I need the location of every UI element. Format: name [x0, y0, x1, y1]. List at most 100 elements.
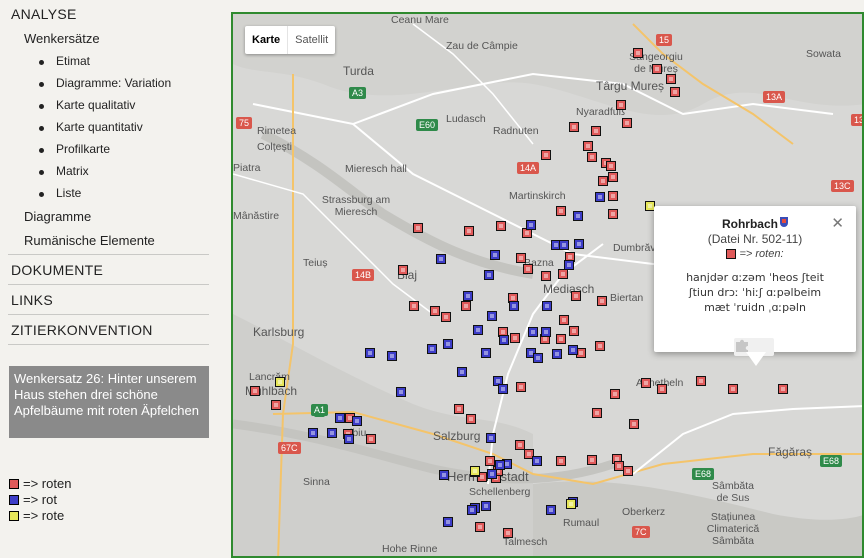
- red-marker[interactable]: [606, 161, 616, 171]
- red-marker[interactable]: [569, 122, 579, 132]
- red-marker[interactable]: [466, 414, 476, 424]
- red-marker[interactable]: [523, 264, 533, 274]
- red-marker[interactable]: [629, 419, 639, 429]
- blue-marker[interactable]: [396, 387, 406, 397]
- red-marker[interactable]: [666, 74, 676, 84]
- red-marker[interactable]: [728, 384, 738, 394]
- red-marker[interactable]: [571, 291, 581, 301]
- nav-item-profilkarte[interactable]: Profilkarte: [38, 142, 110, 156]
- nav-dokumente[interactable]: DOKUMENTE: [11, 262, 103, 278]
- blue-marker[interactable]: [443, 517, 453, 527]
- nav-item-karte-quantitativ[interactable]: Karte quantitativ: [39, 120, 143, 134]
- blue-marker[interactable]: [457, 367, 467, 377]
- red-marker[interactable]: [398, 265, 408, 275]
- red-marker[interactable]: [510, 333, 520, 343]
- red-marker[interactable]: [409, 301, 419, 311]
- blue-marker[interactable]: [436, 254, 446, 264]
- red-marker[interactable]: [583, 141, 593, 151]
- blue-marker[interactable]: [546, 505, 556, 515]
- blue-marker[interactable]: [481, 501, 491, 511]
- yellow-marker[interactable]: [566, 499, 576, 509]
- red-marker[interactable]: [696, 376, 706, 386]
- blue-marker[interactable]: [487, 469, 497, 479]
- blue-marker[interactable]: [487, 311, 497, 321]
- red-marker[interactable]: [454, 404, 464, 414]
- red-marker[interactable]: [591, 126, 601, 136]
- map-type-karte-button[interactable]: Karte: [245, 26, 287, 54]
- blue-marker[interactable]: [335, 413, 345, 423]
- red-marker[interactable]: [556, 206, 566, 216]
- blue-marker[interactable]: [490, 250, 500, 260]
- red-marker[interactable]: [608, 209, 618, 219]
- red-marker[interactable]: [569, 326, 579, 336]
- red-marker[interactable]: [271, 400, 281, 410]
- puzzle-icon[interactable]: [734, 338, 774, 356]
- nav-diagramme[interactable]: Diagramme: [24, 209, 91, 224]
- close-icon[interactable]: ✕: [831, 214, 844, 232]
- red-marker[interactable]: [556, 334, 566, 344]
- red-marker[interactable]: [616, 100, 626, 110]
- red-marker[interactable]: [516, 382, 526, 392]
- blue-marker[interactable]: [574, 239, 584, 249]
- red-marker[interactable]: [623, 466, 633, 476]
- red-marker[interactable]: [250, 386, 260, 396]
- red-marker[interactable]: [475, 522, 485, 532]
- yellow-marker[interactable]: [275, 377, 285, 387]
- red-marker[interactable]: [610, 389, 620, 399]
- blue-marker[interactable]: [564, 260, 574, 270]
- red-marker[interactable]: [503, 528, 513, 538]
- blue-marker[interactable]: [484, 270, 494, 280]
- red-marker[interactable]: [559, 315, 569, 325]
- red-marker[interactable]: [622, 118, 632, 128]
- blue-marker[interactable]: [486, 433, 496, 443]
- nav-item-matrix[interactable]: Matrix: [39, 164, 89, 178]
- blue-marker[interactable]: [387, 351, 397, 361]
- blue-marker[interactable]: [481, 348, 491, 358]
- nav-item-etimat[interactable]: Etimat: [38, 54, 90, 68]
- red-marker[interactable]: [597, 296, 607, 306]
- blue-marker[interactable]: [573, 211, 583, 221]
- red-marker[interactable]: [541, 271, 551, 281]
- red-marker[interactable]: [608, 172, 618, 182]
- blue-marker[interactable]: [327, 428, 337, 438]
- blue-marker[interactable]: [542, 301, 552, 311]
- red-marker[interactable]: [641, 378, 651, 388]
- blue-marker[interactable]: [427, 344, 437, 354]
- blue-marker[interactable]: [499, 335, 509, 345]
- red-marker[interactable]: [516, 253, 526, 263]
- red-marker[interactable]: [558, 269, 568, 279]
- nav-wenkersaetze[interactable]: Wenkersätze: [24, 31, 100, 46]
- red-marker[interactable]: [587, 455, 597, 465]
- red-marker[interactable]: [464, 226, 474, 236]
- red-marker[interactable]: [496, 221, 506, 231]
- red-marker[interactable]: [541, 150, 551, 160]
- blue-marker[interactable]: [467, 505, 477, 515]
- red-marker[interactable]: [598, 176, 608, 186]
- blue-marker[interactable]: [568, 345, 578, 355]
- blue-marker[interactable]: [541, 327, 551, 337]
- nav-rumaenische-elemente[interactable]: Rumänische Elemente: [24, 233, 155, 248]
- blue-marker[interactable]: [344, 434, 354, 444]
- yellow-marker[interactable]: [470, 466, 480, 476]
- map[interactable]: Karte Satellit Ceanu Mare Zau de Câmpie …: [231, 12, 864, 558]
- blue-marker[interactable]: [595, 192, 605, 202]
- blue-marker[interactable]: [528, 327, 538, 337]
- red-marker[interactable]: [587, 152, 597, 162]
- blue-marker[interactable]: [463, 291, 473, 301]
- red-marker[interactable]: [461, 301, 471, 311]
- blue-marker[interactable]: [559, 240, 569, 250]
- red-marker[interactable]: [778, 384, 788, 394]
- blue-marker[interactable]: [365, 348, 375, 358]
- nav-analyse[interactable]: ANALYSE: [11, 6, 77, 22]
- blue-marker[interactable]: [439, 470, 449, 480]
- red-marker[interactable]: [366, 434, 376, 444]
- red-marker[interactable]: [430, 306, 440, 316]
- red-marker[interactable]: [652, 64, 662, 74]
- red-marker[interactable]: [657, 384, 667, 394]
- red-marker[interactable]: [556, 456, 566, 466]
- nav-item-liste[interactable]: Liste: [38, 186, 81, 200]
- blue-marker[interactable]: [532, 456, 542, 466]
- red-marker[interactable]: [670, 87, 680, 97]
- map-type-satellit-button[interactable]: Satellit: [287, 26, 335, 54]
- blue-marker[interactable]: [552, 349, 562, 359]
